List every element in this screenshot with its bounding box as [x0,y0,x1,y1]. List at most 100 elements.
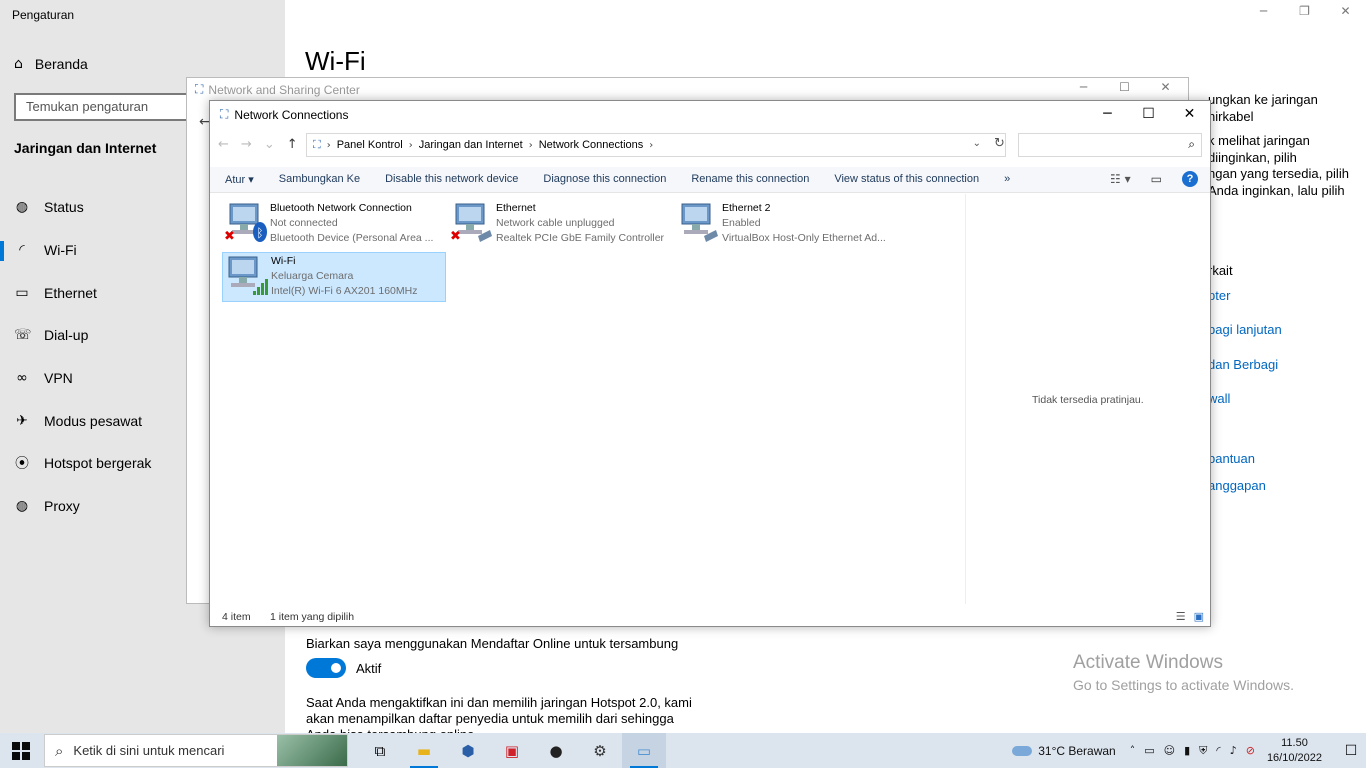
meet-icon[interactable]: ☺ [1164,744,1175,758]
up-arrow-icon[interactable]: ↑ [287,137,298,152]
selected-count: 1 item yang dipilih [270,611,355,623]
address-bar[interactable]: ⛶ › Panel Kontrol › Jaringan dan Interne… [306,133,1006,157]
settings-right-panel: ungkan ke jaringan nirkabel k melihat ja… [1208,92,1366,495]
wifi-icon: ◜ [19,242,25,259]
preview-text: Tidak tersedia pratinjau. [1032,394,1144,406]
chevron-down-icon[interactable]: ⌄ [973,138,981,149]
taskbar-search[interactable]: ⌕ Ketik di sini untuk mencari [44,734,348,767]
recent-dropdown-icon[interactable]: ⌄ [264,137,275,152]
maximize-button[interactable]: ☐ [1128,101,1169,127]
activate-windows-watermark: Activate Windows Go to Settings to activ… [1073,652,1294,693]
control-panel-taskbar-icon[interactable]: ▭ [622,733,666,768]
help-link[interactable]: bantuan [1208,451,1366,468]
feedback-link[interactable]: anggapan [1208,478,1366,495]
clock-time: 11.50 [1281,736,1308,749]
weather-text: 31°C Berawan [1038,743,1116,758]
wifi-tray-icon[interactable]: ◜ [1216,744,1220,758]
settings-window-controls: ─ ❐ ✕ [1243,4,1366,18]
close-button[interactable]: ✕ [1169,101,1210,127]
home-nav-item[interactable]: ⌂ Beranda [14,56,88,72]
nsc-window-controls: ─ ☐ ✕ [1063,80,1186,94]
nav-item-label: Dial-up [44,327,89,344]
connection-text: Bluetooth Network Connection Not connect… [270,200,433,250]
microphone-icon[interactable]: ▮ [1184,744,1190,758]
minimize-button[interactable]: ─ [1243,4,1284,18]
close-button[interactable]: ✕ [1325,4,1366,18]
organize-button[interactable]: Atur ▾ [225,173,254,186]
airplane-icon: ✈ [16,412,28,429]
security-icon[interactable]: ⛨ [1199,744,1207,758]
network-icon: ⛶ [195,82,204,96]
chevron-up-icon[interactable]: ˄ [1130,744,1136,758]
volume-icon[interactable]: ♪ [1230,744,1237,758]
virtualbox-icon[interactable]: ⬢ [446,733,490,768]
forward-arrow-icon[interactable]: → [241,137,252,152]
details-view-icon[interactable]: ☰ [1176,610,1186,623]
tiles-view-icon[interactable]: ▣ [1194,610,1204,623]
minimize-button[interactable]: ─ [1087,101,1128,127]
maximize-button[interactable]: ☐ [1104,80,1145,94]
section-title: Jaringan dan Internet [14,140,157,156]
disable-device-button[interactable]: Disable this network device [385,173,518,186]
windows-start-icon[interactable] [12,742,30,760]
connection-name: Bluetooth Network Connection [270,202,412,214]
online-signup-text: Biarkan saya menggunakan Mendaftar Onlin… [306,636,679,651]
connection-item-wifi[interactable]: Wi-Fi Keluarga Cemara Intel(R) Wi-Fi 6 A… [222,252,446,302]
control-panel-icon: ⛶ [313,138,321,151]
view-status-button[interactable]: View status of this connection [834,173,979,186]
right-text: Anda inginkan, lalu pilih [1208,182,1345,198]
preview-pane-icon[interactable]: ▭ [1151,172,1162,186]
breadcrumb-item[interactable]: Panel Kontrol [337,139,403,151]
right-text: ngan yang tersedia, pilih [1208,166,1349,181]
shield-icon[interactable]: ⊘ [1246,744,1255,758]
diagnose-button[interactable]: Diagnose this connection [543,173,666,186]
rename-button[interactable]: Rename this connection [691,173,809,186]
connection-item-ethernet-2[interactable]: Ethernet 2 Enabled VirtualBox Host-Only … [674,200,898,250]
right-text: ungkan ke jaringan nirkabel [1208,92,1318,124]
connection-status: Not connected [270,217,338,229]
file-explorer-icon[interactable]: ▬ [402,733,446,768]
adapter-link[interactable]: pter [1208,288,1366,305]
search-input[interactable]: ⌕ [1018,133,1202,157]
close-button[interactable]: ✕ [1145,80,1186,94]
more-commands-button[interactable]: » [1004,173,1010,186]
task-view-icon[interactable]: ⧉ [358,733,402,768]
connection-text: Ethernet Network cable unplugged Realtek… [496,200,664,250]
navigation-bar: ← → ⌄ ↑ ⛶ › Panel Kontrol › Jaringan dan… [218,133,1204,159]
app-dark-icon[interactable]: ● [534,733,578,768]
connection-item-bluetooth[interactable]: ᛒ ✖ Bluetooth Network Connection Not con… [222,200,446,250]
settings-search-input[interactable]: Temukan pengaturan [14,93,214,121]
status-bar: 4 item 1 item yang dipilih ☰ ▣ [210,608,1210,626]
nav-item-label: Wi-Fi [44,242,77,259]
breadcrumb-item[interactable]: Jaringan dan Internet [419,139,523,151]
dialup-icon: ☏ [14,327,32,344]
online-signup-toggle[interactable] [306,658,346,678]
notification-icon[interactable]: ☐ [1336,743,1366,759]
back-arrow-icon[interactable]: ← [218,137,229,152]
hotspot-description: Saat Anda mengaktifkan ini dan memilih j… [306,695,692,733]
firewall-link[interactable]: wall [1208,391,1366,408]
connect-to-button[interactable]: Sambungkan Ke [279,173,360,186]
battery-icon[interactable]: ▭ [1144,744,1154,758]
connection-device: VirtualBox Host-Only Ethernet Ad... [722,232,886,244]
connection-text: Ethernet 2 Enabled VirtualBox Host-Only … [722,200,886,250]
app-red-icon[interactable]: ▣ [490,733,534,768]
advanced-sharing-link[interactable]: bagi lanjutan [1208,322,1366,339]
bluetooth-network-icon: ᛒ ✖ [222,200,270,246]
maximize-button[interactable]: ❐ [1284,4,1325,18]
breadcrumb-item[interactable]: Network Connections [539,139,644,151]
settings-gear-icon[interactable]: ⚙ [578,733,622,768]
connection-item-ethernet[interactable]: ✖ Ethernet Network cable unplugged Realt… [448,200,672,250]
help-icon[interactable]: ? [1182,171,1198,187]
ethernet-network-icon: ✖ [448,200,496,246]
minimize-button[interactable]: ─ [1063,80,1104,94]
nav-item-label: Hotspot bergerak [44,455,152,472]
sharing-center-link[interactable]: dan Berbagi [1208,357,1366,374]
change-view-icon[interactable]: ☷ ▾ [1110,172,1131,186]
toolbar-right: ☷ ▾ ▭ ? [1110,171,1198,187]
nav-item-label: Status [44,199,84,216]
refresh-icon[interactable]: ↻ [994,136,1005,151]
weather-widget[interactable]: 31°C Berawan [1012,744,1116,758]
clock[interactable]: 11.50 16/10/2022 [1267,736,1322,766]
connection-device: Bluetooth Device (Personal Area ... [270,232,434,244]
